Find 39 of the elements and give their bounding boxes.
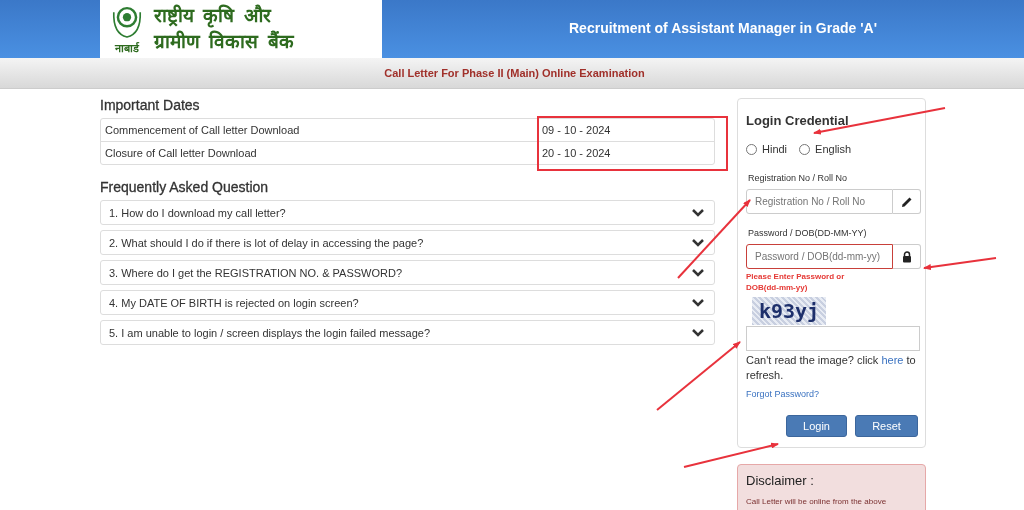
table-cell-text: Commencement of Call letter Download — [104, 123, 301, 138]
pencil-icon — [900, 195, 913, 208]
login-button[interactable]: Login — [786, 415, 847, 437]
section-heading: Frequently Asked Question — [100, 179, 270, 195]
table-cell: 09 - 10 - 2024 — [537, 119, 714, 141]
panel-heading: Login Credential — [746, 113, 850, 128]
exam-title: Call Letter For Phase II (Main) Online Examination — [383, 67, 645, 79]
input-field[interactable]: Password / DOB(dd-mm-yy) — [746, 244, 893, 269]
refresh-link[interactable]: here — [881, 354, 904, 366]
field-label: Registration No / Roll No — [748, 173, 849, 183]
disclaimer-text: Call Letter will be online from the above — [746, 497, 888, 506]
refresh-hint: Can't read the image? click here to refresh. — [746, 353, 917, 383]
chevron-icon — [692, 328, 704, 337]
error-message: Please Enter Password or DOB(dd-mm-yy) — [746, 271, 846, 293]
logo-text: राष्ट्रीय कृषि और — [154, 4, 273, 28]
captcha-image: k93yj — [752, 297, 826, 325]
page-title: Recruitment of Assistant Manager in Grade 'A' — [568, 20, 878, 38]
disclaimer-heading: Disclaimer : — [746, 473, 815, 488]
reset-button[interactable]: Reset — [855, 415, 918, 437]
field-label: Password / DOB(DD-MM-YY) — [748, 228, 868, 238]
language-radio[interactable]: Hindi — [746, 143, 788, 155]
faq-item[interactable]: 5. I am unable to login / screen displays the login failed message? — [100, 320, 715, 345]
lock-icon — [900, 250, 913, 263]
chevron-icon — [692, 268, 704, 277]
captcha-field[interactable] — [746, 326, 920, 351]
faq-item[interactable]: 2. What should I do if there is lot of delay in accessing the page? — [100, 230, 715, 255]
faq-item[interactable]: 4. My DATE OF BIRTH is rejected on login screen? — [100, 290, 715, 315]
faq-item[interactable]: 1. How do I download my call letter? — [100, 200, 715, 225]
language-radio[interactable]: English — [799, 143, 852, 155]
chevron-icon — [692, 298, 704, 307]
faq-item[interactable]: 3. Where do I get the REGISTRATION NO. & PASSWORD? — [100, 260, 715, 285]
section-heading: Important Dates — [100, 97, 201, 113]
table-cell-text: Closure of Call letter Download — [104, 146, 258, 161]
logo-text: ग्रामीण विकास बैंक — [154, 30, 294, 54]
table-cell: 20 - 10 - 2024 — [537, 142, 714, 164]
logo-caption: नाबार्ड — [115, 42, 139, 54]
chevron-icon — [692, 208, 704, 217]
chevron-icon — [692, 238, 704, 247]
forgot-password-link[interactable]: Forgot Password? — [746, 389, 820, 399]
